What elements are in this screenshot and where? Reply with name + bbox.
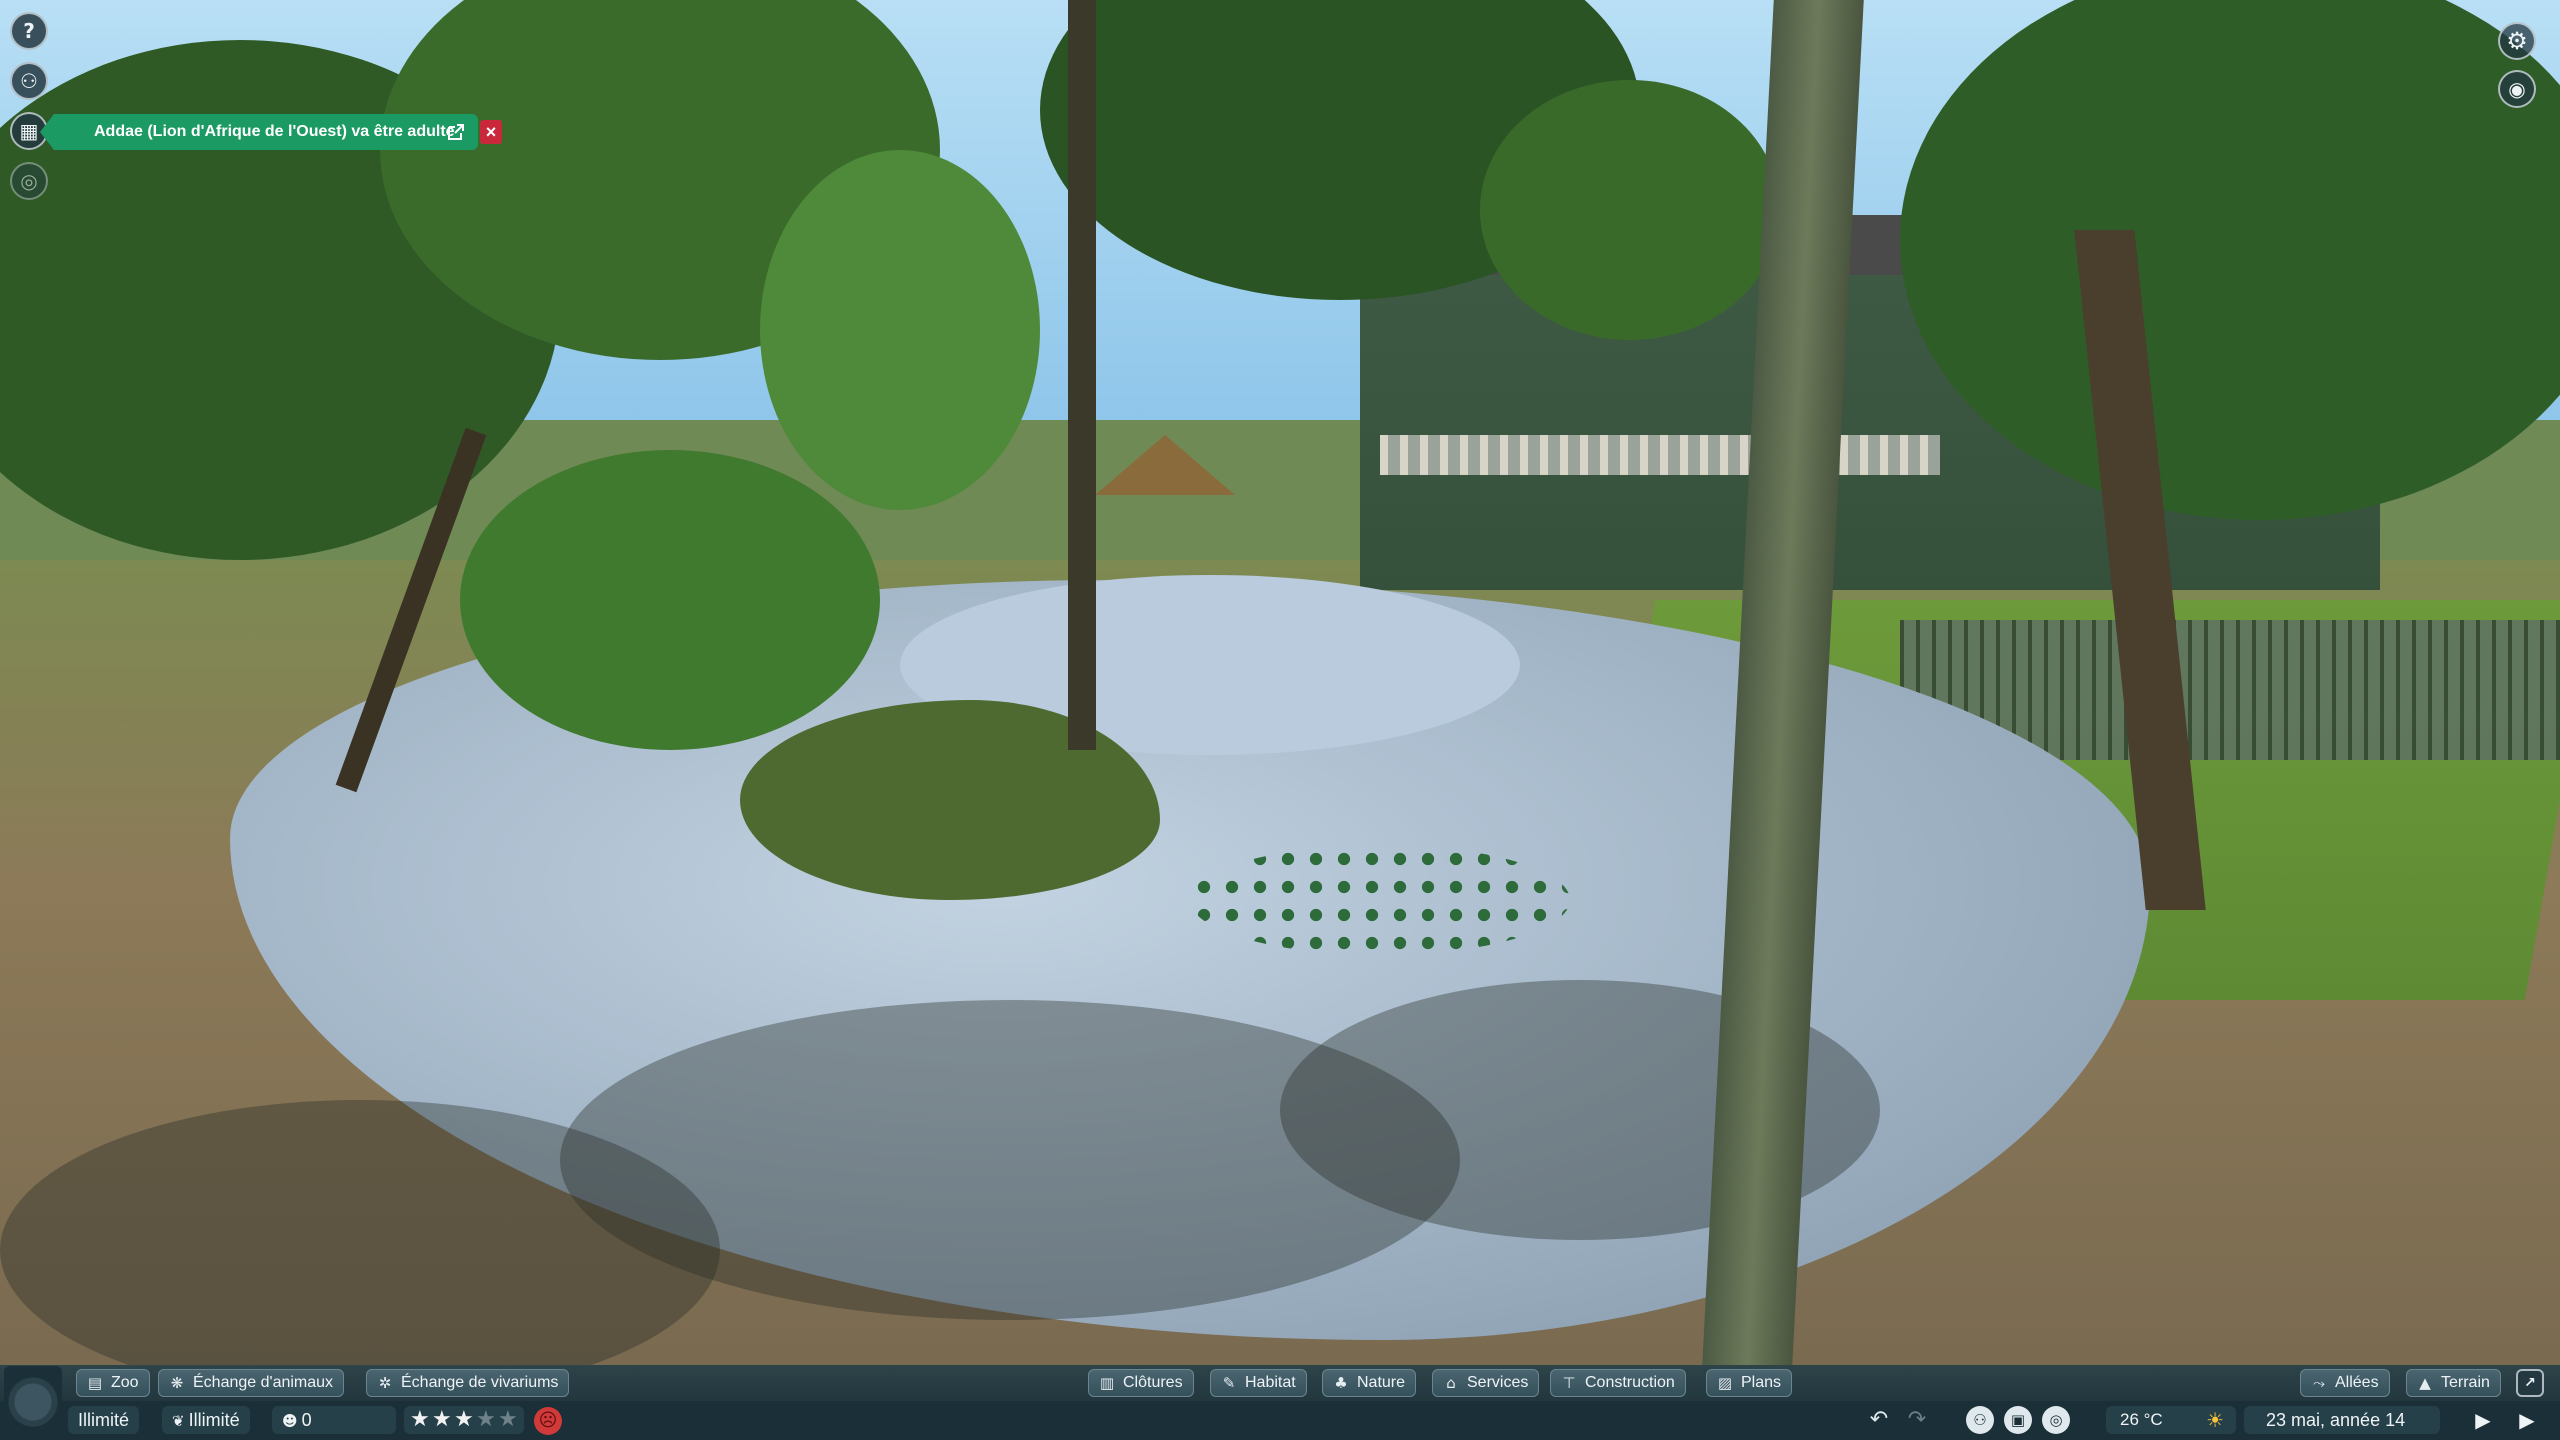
water-lilies [1190, 845, 1570, 955]
money-display[interactable]: Illimité [68, 1406, 140, 1434]
temperature-value: 26 °C [2120, 1410, 2163, 1429]
paths-label: Allées [2335, 1374, 2379, 1391]
construction-icon: ⊤ [1562, 1374, 1576, 1392]
overlay-icon[interactable]: ◎ [2042, 1406, 2070, 1434]
habitat-button[interactable]: ✎ Habitat [1210, 1369, 1307, 1397]
play-icon[interactable]: ▶ [2470, 1406, 2496, 1434]
guests-value: 0 [301, 1410, 312, 1430]
vivarium-exchange-label: Échange de vivariums [401, 1374, 559, 1391]
willow-tree [760, 150, 1040, 510]
external-link-icon[interactable] [446, 122, 466, 142]
pond-island [740, 700, 1160, 900]
date-value: 23 mai, année 14 [2266, 1410, 2406, 1430]
research-display[interactable]: ❦ Illimité [162, 1406, 250, 1434]
vivarium-exchange-button[interactable]: ✲ Échange de vivariums [366, 1369, 570, 1397]
target-icon[interactable]: ◎ [10, 162, 48, 200]
star-icon: ★ [454, 1407, 474, 1432]
hut [1095, 435, 1235, 495]
camera-mode-icon[interactable]: ▣ [2004, 1406, 2032, 1434]
animal-exchange-button[interactable]: ❋ Échange d'animaux [158, 1369, 345, 1397]
star-icon: ★ [498, 1407, 518, 1432]
star-icon: ★ [432, 1407, 452, 1432]
animal-portrait-icon[interactable]: ⚇ [10, 62, 48, 100]
tree-canopy [460, 450, 880, 750]
palm-canopy [1480, 80, 1780, 340]
zoo-button-label: Zoo [111, 1374, 139, 1391]
nature-label: Nature [1357, 1374, 1406, 1391]
paw-icon: ❋ [170, 1374, 184, 1392]
terrain-button[interactable]: ▲ Terrain [2406, 1369, 2501, 1397]
temperature-display[interactable]: 26 °C ☀ [2106, 1406, 2236, 1434]
construction-label: Construction [1585, 1374, 1675, 1391]
star-icon: ★ [476, 1407, 496, 1432]
undo-icon[interactable]: ↶ [1864, 1406, 1894, 1434]
sad-face-icon[interactable]: ☹ [534, 1407, 562, 1435]
terrain-label: Terrain [2441, 1374, 2490, 1391]
plans-label: Plans [1741, 1374, 1782, 1391]
habitat-icon: ✎ [1222, 1374, 1236, 1392]
date-display[interactable]: 23 mai, année 14 [2244, 1406, 2440, 1434]
game-viewport[interactable] [0, 0, 2560, 1365]
money-value: Illimité [78, 1410, 130, 1430]
plans-button[interactable]: ▨ Plans [1706, 1369, 1793, 1397]
zoo-icon: ▤ [87, 1374, 103, 1392]
redo-icon[interactable]: ↷ [1902, 1406, 1932, 1434]
fast-forward-icon[interactable]: ▶ [2514, 1406, 2540, 1434]
nature-button[interactable]: ♣ Nature [1322, 1369, 1417, 1397]
terrain-icon: ▲ [2419, 1374, 2431, 1392]
close-notification-button[interactable]: × [480, 120, 502, 144]
guests-icon: ☻ [282, 1412, 298, 1430]
shop-icon: ⌂ [1446, 1374, 1456, 1392]
balcony [1380, 435, 1940, 475]
construction-button[interactable]: ⊤ Construction [1550, 1369, 1686, 1397]
camera-icon[interactable]: ◉ [2498, 70, 2536, 108]
expand-menu-icon[interactable]: ↗ [2516, 1369, 2544, 1397]
animal-exchange-label: Échange d'animaux [193, 1374, 334, 1391]
services-label: Services [1467, 1374, 1529, 1391]
fences-label: Clôtures [1123, 1374, 1183, 1391]
notification-toast[interactable]: Addae (Lion d'Afrique de l'Ouest) va êtr… [40, 114, 478, 150]
sun-icon: ☀ [2206, 1408, 2224, 1432]
animal-view-icon[interactable]: ⚇ [1966, 1406, 1994, 1434]
fences-button[interactable]: ▥ Clôtures [1088, 1369, 1194, 1397]
notification-text: Addae (Lion d'Afrique de l'Ouest) va êtr… [94, 123, 455, 140]
services-button[interactable]: ⌂ Services [1432, 1369, 1540, 1397]
zoo-menu-button[interactable] [4, 1366, 62, 1438]
zoo-button[interactable]: ▤ Zoo [76, 1369, 150, 1397]
research-value: Illimité [188, 1410, 240, 1430]
vivarium-icon: ✲ [378, 1374, 392, 1392]
star-icon: ★ [410, 1407, 430, 1432]
zoo-rating[interactable]: ★ ★ ★ ★ ★ [404, 1406, 524, 1434]
help-icon[interactable]: ? [10, 12, 48, 50]
path-icon: ⤳ [2312, 1374, 2325, 1392]
habitat-label: Habitat [1245, 1374, 1296, 1391]
settings-gear-icon[interactable]: ⚙ [2498, 22, 2536, 60]
leaf-icon: ❦ [172, 1412, 185, 1430]
toast-pointer [40, 114, 54, 150]
guests-display[interactable]: ☻ 0 [272, 1406, 396, 1434]
palm-trunk [1068, 0, 1096, 750]
fence-icon: ▥ [1099, 1374, 1115, 1392]
paths-button[interactable]: ⤳ Allées [2300, 1369, 2390, 1397]
tree-icon: ♣ [1334, 1374, 1348, 1392]
blueprint-icon: ▨ [1717, 1374, 1733, 1392]
